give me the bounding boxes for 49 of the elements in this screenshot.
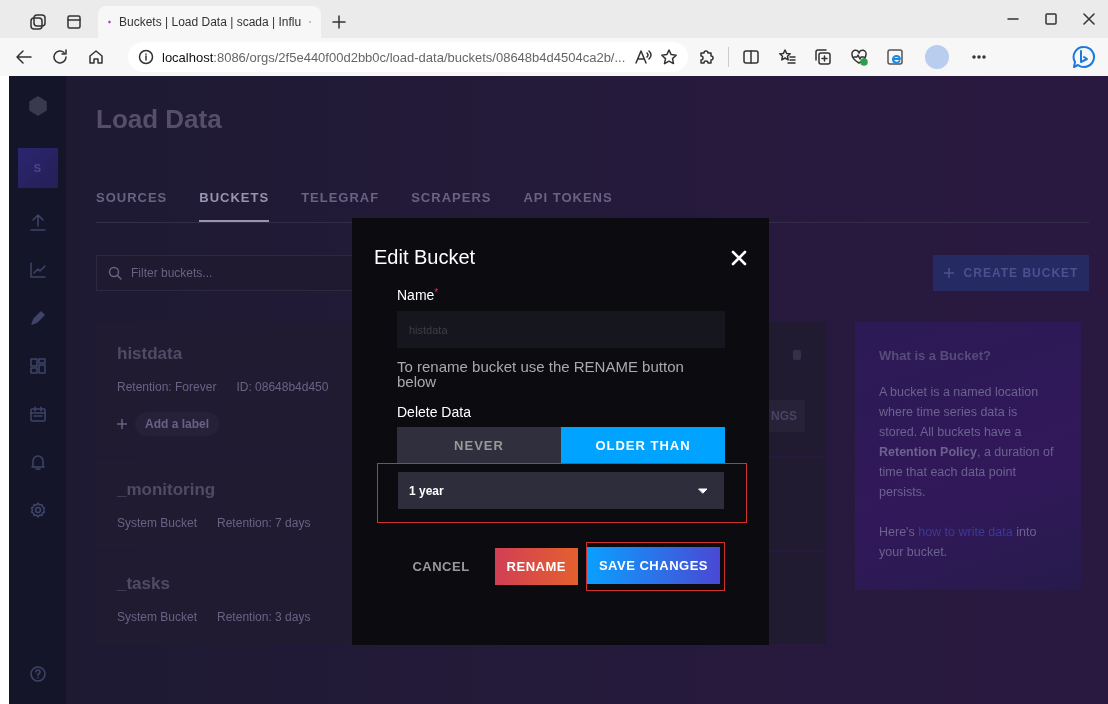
retention-option[interactable]: OLDER THAN [561,427,725,463]
tab[interactable]: BUCKETS [199,190,270,222]
tab[interactable]: API TOKENS [523,190,613,222]
star-icon[interactable] [660,48,678,66]
chat-bubble-icon[interactable] [1072,45,1096,69]
bucket-meta: System Bucket [117,516,198,530]
maximize-icon[interactable] [1045,13,1057,25]
cancel-button[interactable]: CANCEL [400,548,482,585]
split-screen-icon[interactable] [742,48,760,66]
add-label-button[interactable]: Add a label [135,412,219,436]
bucket-meta: System Bucket [117,610,198,624]
docs-link[interactable]: how to write data [918,525,1013,539]
rename-hint: To rename bucket use the RENAME button below [397,359,685,389]
back-icon[interactable] [15,48,33,66]
info-paragraph: Here's how to write data into your bucket. [879,524,1038,561]
browser-e-icon[interactable] [886,48,904,66]
bucket-meta: Retention: Forever [117,380,217,394]
new-tab-icon[interactable] [331,14,347,30]
favorites-icon[interactable] [778,48,796,66]
tab[interactable]: TELEGRAF [301,190,380,222]
browser-tab[interactable]: Buckets | Load Data | scada | Influ [98,6,321,38]
read-aloud-icon[interactable] [634,49,652,65]
retention-dropdown[interactable]: 1 year [398,472,724,509]
delete-data-label: Delete Data [397,404,472,420]
info-icon[interactable] [138,49,154,65]
plus-icon[interactable] [117,419,127,429]
bucket-meta: Retention: 7 days [217,516,311,530]
retention-option[interactable]: NEVER [397,427,561,463]
tab-actions-icon[interactable] [66,14,82,30]
info-paragraph: A bucket is a named location where time series data is stored. All buckets have a Retention Policy, a duration of time that each data point persists. [879,384,1055,501]
tab[interactable]: SOURCES [96,190,168,222]
puzzle-icon[interactable] [697,48,715,66]
search-icon [108,266,122,280]
bucket-meta: ID: 08648b4d450 [236,380,329,394]
save-changes-button[interactable]: SAVE CHANGES [586,547,720,584]
page-title: Load Data [96,104,223,136]
heart-pulse-icon[interactable] [850,48,868,66]
workspaces-icon[interactable] [29,13,47,31]
address-bar[interactable]: localhost:8086/orgs/2f5e440f00d2bb0c/load-data/buckets/08648b4d4504ca2b/... [128,42,688,72]
home-icon[interactable] [87,48,105,66]
url-text: localhost:8086/orgs/2f5e440f00d2bb0c/load-data/buckets/08648b4d4504ca2b/... [162,49,626,65]
refresh-icon[interactable] [51,48,69,66]
collections-icon[interactable] [814,48,832,66]
bucket-meta: Retention: 3 days [217,610,311,624]
tab[interactable]: SCRAPERS [411,190,492,222]
tab-title: Buckets | Load Data | scada | Influ [119,15,302,29]
caret-icon [698,487,708,494]
plus-icon [943,268,954,278]
rename-button[interactable]: RENAME [494,548,578,585]
